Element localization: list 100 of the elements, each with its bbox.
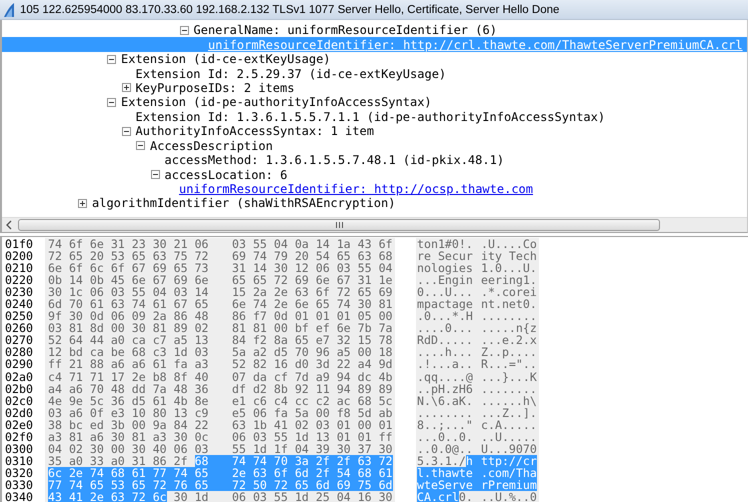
tree-item[interactable]: Extension (id-pe-authorityInfoAccessSyntax) <box>2 95 747 110</box>
hex-bytes[interactable]: ff 21 88 a6 a6 61 fa a3 <box>48 358 232 371</box>
hex-bytes[interactable]: 74 6f 6e 31 23 30 21 06 <box>48 238 232 250</box>
hex-bytes[interactable]: 5a a2 d5 70 96 a5 00 18 <box>232 346 393 358</box>
tree-item[interactable]: AccessDescription <box>2 138 747 153</box>
tree-item[interactable]: algorithmIdentifier (shaWithRSAEncryption) <box>2 196 747 211</box>
ascii-text[interactable]: rPremium <box>481 478 537 491</box>
ascii-text[interactable]: .U....Co <box>481 238 537 250</box>
ascii-text[interactable]: 1.0...U. <box>481 262 537 274</box>
tree-item[interactable]: Extension (id-ce-extKeyUsage) <box>2 52 747 66</box>
hex-bytes[interactable]: 6e 74 2e 6e 65 74 30 81 <box>232 298 393 310</box>
ascii-text[interactable]: ...}...K <box>481 370 537 383</box>
ascii-text[interactable]: ..0.0@.. <box>417 442 481 455</box>
ascii-text[interactable]: ..U..... <box>481 430 537 443</box>
hex-bytes[interactable]: 03 55 04 0a 14 1a 43 6f <box>232 238 393 250</box>
hex-bytes[interactable]: e1 c6 c4 cc c2 ac 68 5c <box>232 394 393 407</box>
collapse-icon[interactable] <box>180 26 188 35</box>
expand-icon[interactable] <box>78 198 87 208</box>
ascii-text[interactable]: .!...a.. <box>417 358 481 371</box>
ascii-text[interactable]: ...0..0. <box>417 430 481 443</box>
hex-bytes[interactable]: df d2 8b 92 11 94 89 89 <box>232 382 393 395</box>
hex-bytes[interactable]: 6d 70 61 63 74 61 67 65 <box>48 298 232 310</box>
hex-bytes[interactable]: 74 74 70 3a 2f 2f 63 72 <box>232 454 393 467</box>
hex-bytes[interactable]: 03 81 8d 00 30 81 89 02 <box>48 322 232 334</box>
ascii-text[interactable]: .com/Tha <box>481 466 537 479</box>
hex-bytes[interactable]: 12 bd ca be 68 c3 1d 03 <box>48 346 232 358</box>
hex-bytes[interactable]: 65 65 72 69 6e 67 31 1e <box>232 274 393 286</box>
hex-bytes[interactable]: 55 1d 1f 04 39 30 37 30 <box>232 442 393 455</box>
ascii-text[interactable]: ....0... <box>417 322 481 334</box>
hex-bytes[interactable]: a4 a6 70 48 dd 7a 48 36 <box>48 382 232 395</box>
hex-bytes[interactable]: 2e 63 6f 6d 2f 54 68 61 <box>232 466 393 479</box>
ascii-text[interactable]: .*.corei <box>481 286 537 298</box>
ascii-text[interactable]: nologies <box>417 262 481 274</box>
ascii-text[interactable]: 5.3.1./ <box>417 454 466 467</box>
hex-bytes[interactable]: a3 81 a6 30 81 a3 30 0c <box>48 430 232 443</box>
scrollbar-thumb[interactable] <box>18 219 660 231</box>
hex-bytes[interactable]: 84 f2 8a 65 e7 32 15 78 <box>232 334 393 346</box>
hex-bytes[interactable]: 15 2a 2e 63 6f 72 65 69 <box>232 286 393 298</box>
hex-bytes[interactable]: 07 da cf 7d a9 94 dc 4b <box>232 370 393 383</box>
hex-bytes[interactable]: 0b 14 0b 45 6e 67 69 6e <box>48 274 232 286</box>
ascii-text[interactable]: l.thawte <box>417 466 481 479</box>
ascii-text[interactable]: c.A..... <box>481 418 537 431</box>
ascii-text[interactable]: .0...*.H <box>417 310 481 322</box>
ascii-text[interactable]: U...9070 <box>481 442 537 455</box>
hex-bytes[interactable]: 52 82 16 d0 3d 22 a4 9d <box>232 358 393 371</box>
hex-bytes[interactable]: 69 74 79 20 54 65 63 68 <box>232 250 393 262</box>
ascii-text[interactable]: ........ <box>417 406 481 419</box>
collapse-icon[interactable] <box>136 141 145 150</box>
collapse-icon[interactable] <box>107 54 116 64</box>
ascii-text[interactable]: ........ <box>481 310 537 322</box>
ascii-text[interactable]: ..pH.zH6 <box>417 382 481 395</box>
ascii-text[interactable]: .qq....@ <box>417 370 481 383</box>
tree-item[interactable]: accessMethod: 1.3.6.1.5.5.7.48.1 (id-pkix.48.1) <box>2 152 747 168</box>
tree-item[interactable]: uniformResourceIdentifier: http://crl.thawte.com/ThawteServerPremiumCA.crl <box>2 37 747 52</box>
tree-item[interactable]: accessLocation: 6 <box>2 167 747 182</box>
ascii-text[interactable]: N.\6.aK. <box>417 394 481 407</box>
ascii-text[interactable]: RdD..... <box>417 334 481 346</box>
hex-bytes[interactable]: 86 f7 0d 01 01 01 05 00 <box>232 310 393 322</box>
hex-bytes[interactable]: 52 64 44 a0 ca c7 a5 13 <box>48 334 232 346</box>
ascii-text[interactable]: .....n{z <box>481 322 537 334</box>
tree-item[interactable]: Extension Id: 1.3.6.1.5.5.7.1.1 (id-pe-authorityInfoAccessSyntax) <box>2 110 747 124</box>
ascii-text[interactable]: mpactage <box>417 298 481 310</box>
ascii-text[interactable]: ttp://cr <box>481 454 537 467</box>
ascii-text[interactable]: R...=".. <box>481 358 537 371</box>
hex-bytes[interactable]: 77 74 65 53 65 72 76 65 <box>48 478 232 491</box>
tree-item[interactable]: KeyPurposeIDs: 2 items <box>2 80 747 96</box>
ascii-text[interactable]: ...e.2.x <box>481 334 537 346</box>
ascii-text[interactable]: h <box>466 454 481 467</box>
hex-bytes[interactable]: 30 1d <box>174 490 232 502</box>
hex-bytes[interactable]: 81 81 00 bf ef 6e 7b 7a <box>232 322 393 334</box>
tree-item[interactable]: GeneralName: uniformResourceIdentifier (6) <box>2 23 747 38</box>
hex-bytes[interactable]: 68 <box>194 454 232 467</box>
collapse-icon[interactable] <box>150 170 160 180</box>
hex-bytes[interactable]: 63 1b 41 02 03 01 00 01 <box>232 418 393 431</box>
ascii-text[interactable]: ....h... <box>417 346 481 358</box>
hex-bytes[interactable]: 30 1c 06 03 55 04 03 14 <box>48 286 232 298</box>
hex-bytes[interactable]: c4 71 71 17 2e b8 8f 40 <box>48 370 232 383</box>
hex-bytes[interactable]: 06 03 55 1d 25 04 16 30 <box>232 490 393 502</box>
ascii-text[interactable]: ......h\ <box>481 394 537 407</box>
scroll-left-icon[interactable] <box>6 220 12 230</box>
ascii-text[interactable]: ........ <box>481 382 537 395</box>
ascii-text[interactable]: ...Engin <box>417 274 481 286</box>
ascii-text[interactable]: 8..;..." <box>417 418 481 431</box>
tree-item[interactable]: uniformResourceIdentifier: http://ocsp.thawte.com <box>2 182 747 196</box>
ascii-text[interactable]: CA.crl <box>417 490 459 502</box>
hex-bytes[interactable]: 04 02 30 00 30 40 06 03 <box>48 442 232 455</box>
ascii-text[interactable]: nt.net0. <box>481 298 537 310</box>
hex-bytes[interactable]: 72 50 72 65 6d 69 75 6d <box>232 478 393 491</box>
ascii-text[interactable]: re Secur <box>417 250 481 262</box>
hex-bytes[interactable]: 9f 30 0d 06 09 2a 86 48 <box>48 310 232 322</box>
ascii-text[interactable]: wteServe <box>417 478 481 491</box>
expand-icon[interactable] <box>122 83 130 92</box>
ascii-text[interactable]: ton1#0!. <box>417 238 481 250</box>
hex-bytes[interactable]: 06 03 55 1d 13 01 01 ff <box>232 430 393 443</box>
hex-bytes[interactable]: 43 41 2e 63 72 6c <box>48 490 167 502</box>
hex-bytes[interactable]: 72 65 20 53 65 63 75 72 <box>48 250 232 262</box>
hex-bytes[interactable]: e5 06 fa 5a 00 f8 5d ab <box>232 406 393 419</box>
collapse-icon[interactable] <box>107 98 116 107</box>
ascii-text[interactable]: ..U.%..0 <box>481 490 537 502</box>
hex-bytes[interactable]: 35 a0 33 a0 31 86 2f <box>48 454 188 467</box>
